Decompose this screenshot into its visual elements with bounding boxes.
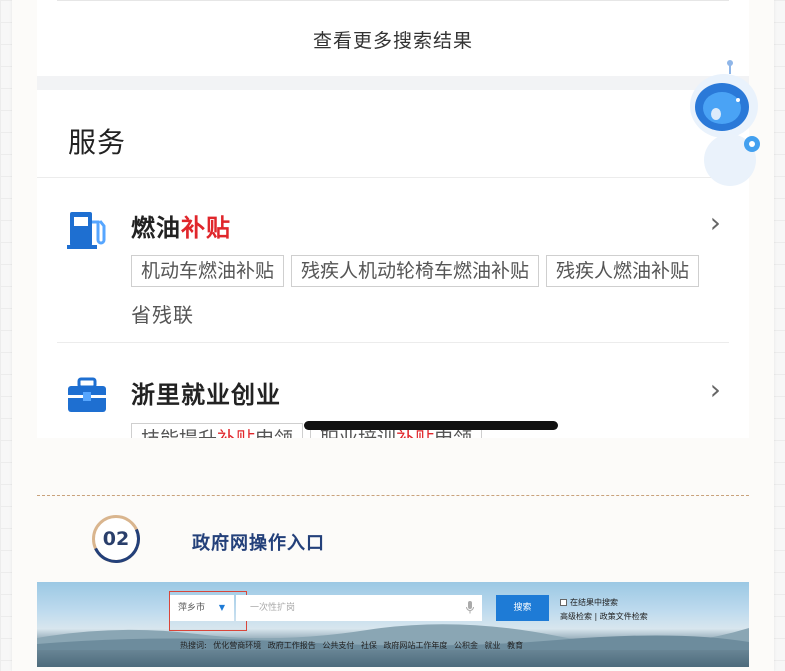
- hot-word[interactable]: 教育: [507, 641, 523, 650]
- service-tag[interactable]: 技能提升补贴申领: [131, 423, 304, 438]
- tag-highlight: 补贴: [217, 428, 255, 438]
- search-input[interactable]: 一次性扩岗: [236, 595, 482, 621]
- service-item-fuel-subsidy[interactable]: 燃油补贴 › 机动车燃油补贴 残疾人机动轮椅车燃油补贴 残疾人燃油补贴 省残联: [37, 178, 749, 342]
- hot-word[interactable]: 社保: [361, 641, 377, 650]
- tag-text: 技能提升: [141, 428, 217, 438]
- mobile-screenshot: 查看更多搜索结果 服务 燃油补贴 › 机动车燃油补贴 残疾人机动轮椅车燃油补贴 …: [37, 0, 749, 438]
- service-org: 省残联: [131, 303, 194, 327]
- service-tag[interactable]: 残疾人燃油补贴: [546, 255, 700, 287]
- services-heading: 服务: [68, 126, 127, 159]
- chevron-right-icon[interactable]: ›: [710, 206, 721, 239]
- step-number: 02: [102, 528, 130, 550]
- service-title[interactable]: 燃油补贴: [131, 208, 231, 243]
- service-tag[interactable]: 机动车燃油补贴: [131, 255, 285, 287]
- home-indicator: [304, 421, 558, 430]
- page-card: 查看更多搜索结果 服务 燃油补贴 › 机动车燃油补贴 残疾人机动轮椅车燃油补贴 …: [12, 0, 774, 671]
- briefcase-icon: [68, 377, 106, 412]
- search-in-results[interactable]: 在结果中搜索: [560, 597, 618, 608]
- link-separator: |: [594, 612, 598, 621]
- hot-word[interactable]: 公共支付: [322, 641, 354, 650]
- service-title[interactable]: 浙里就业创业: [131, 375, 281, 410]
- more-results-row[interactable]: 查看更多搜索结果: [37, 0, 749, 76]
- microphone-icon[interactable]: [466, 601, 474, 614]
- service-title-text: 燃油: [131, 214, 181, 242]
- gov-portal-screenshot: 萍乡市 ▼ 一次性扩岗 搜索 在结果中搜索 高级检索 | 政策文件检索 热搜词:…: [37, 582, 749, 667]
- more-results-link[interactable]: 查看更多搜索结果: [37, 26, 749, 53]
- hot-word[interactable]: 公积金: [454, 641, 478, 650]
- checkbox[interactable]: [560, 599, 567, 606]
- assistant-robot-icon[interactable]: [686, 60, 768, 190]
- hot-words: 热搜词: 优化营商环境 政府工作报告 公共支付 社保 政府网站工作年度 公积金 …: [180, 640, 527, 651]
- checkbox-label: 在结果中搜索: [570, 598, 618, 607]
- search-input-value: 一次性扩岗: [250, 603, 296, 613]
- step-badge: 02: [92, 515, 140, 563]
- service-title-highlight: 补贴: [181, 214, 231, 242]
- tag-text: 申领: [255, 428, 293, 438]
- service-tags: 机动车燃油补贴 残疾人机动轮椅车燃油补贴 残疾人燃油补贴: [131, 255, 700, 287]
- divider: [57, 0, 729, 1]
- chevron-right-icon[interactable]: ›: [710, 373, 721, 406]
- advanced-links: 高级检索 | 政策文件检索: [560, 611, 648, 622]
- hot-words-label: 热搜词:: [180, 641, 207, 650]
- advanced-search-link[interactable]: 高级检索: [560, 612, 592, 621]
- section-divider: [37, 495, 749, 496]
- hot-word[interactable]: 就业: [485, 641, 501, 650]
- search-button[interactable]: 搜索: [496, 595, 549, 621]
- step-title: 政府网操作入口: [192, 533, 325, 554]
- hot-word[interactable]: 优化营商环境: [213, 641, 261, 650]
- section-gap: [37, 76, 749, 90]
- service-tag[interactable]: 残疾人机动轮椅车燃油补贴: [291, 255, 540, 287]
- hot-word[interactable]: 政府网站工作年度: [383, 641, 447, 650]
- hot-word[interactable]: 政府工作报告: [268, 641, 316, 650]
- fuel-pump-icon: [67, 212, 106, 249]
- policy-search-link[interactable]: 政策文件检索: [600, 612, 648, 621]
